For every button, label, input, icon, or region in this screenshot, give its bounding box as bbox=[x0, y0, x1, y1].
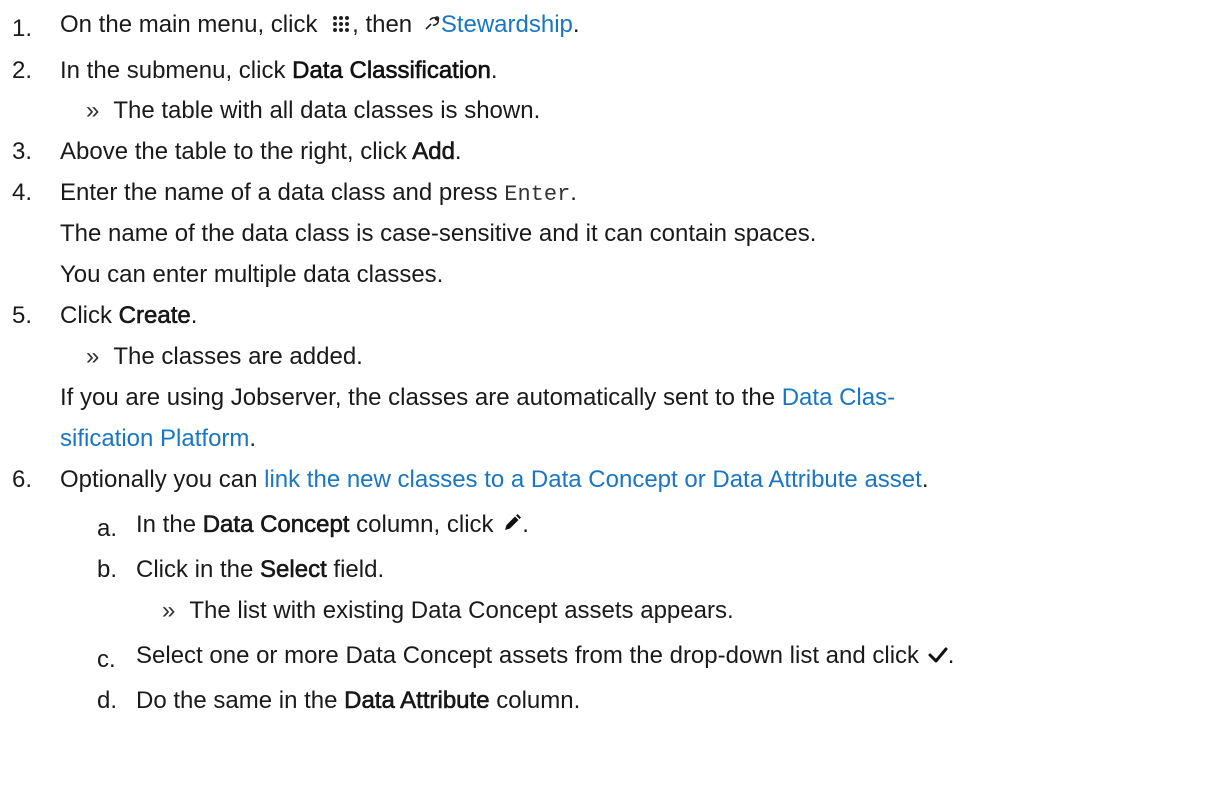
step-text: In the submenu, click bbox=[60, 57, 286, 84]
substep-letter: c. bbox=[97, 646, 116, 673]
punctuation: . bbox=[249, 425, 257, 452]
apps-grid-icon bbox=[332, 11, 350, 41]
ui-term: Data Attribute bbox=[344, 687, 490, 715]
pencil-icon bbox=[502, 511, 522, 541]
punctuation: . bbox=[454, 138, 462, 165]
result-marker: » bbox=[86, 343, 100, 370]
result-marker: » bbox=[162, 597, 176, 624]
punctuation: . bbox=[947, 642, 955, 669]
step-text: column, click bbox=[356, 511, 494, 538]
data-classification-platform-link[interactable]: Data Clas- bbox=[782, 384, 895, 411]
step-text: Optionally you can bbox=[60, 466, 258, 493]
step-text: Enter the name of a data class and press bbox=[60, 179, 498, 206]
note-text: If you are using Jobserver, the classes … bbox=[60, 384, 776, 411]
note-text: The name of the data class is case-sensi… bbox=[60, 220, 817, 247]
substep-letter: a. bbox=[97, 515, 118, 542]
key-name: Enter bbox=[504, 182, 571, 207]
stewardship-link[interactable]: Stewardship bbox=[441, 11, 573, 38]
step-text: Click bbox=[60, 302, 112, 329]
step-text: column. bbox=[496, 687, 581, 714]
punctuation: . bbox=[921, 466, 929, 493]
step-text: , then bbox=[352, 11, 413, 38]
step-text: In the bbox=[136, 511, 197, 538]
step-text: Select one or more Data Concept assets f… bbox=[136, 642, 920, 669]
step-number: 6. bbox=[12, 466, 33, 493]
punctuation: . bbox=[490, 57, 498, 84]
step-text: Do the same in the bbox=[136, 687, 338, 714]
step-number: 1. bbox=[12, 15, 33, 42]
checkmark-icon bbox=[928, 642, 948, 672]
note-text: You can enter multiple data classes. bbox=[60, 261, 444, 288]
step-text: On the main menu, click bbox=[60, 11, 318, 38]
step-number: 2. bbox=[12, 57, 33, 84]
result-text: The list with existing Data Concept asse… bbox=[189, 597, 734, 624]
substep-letter: b. bbox=[97, 556, 118, 583]
ui-term: Select bbox=[260, 556, 327, 584]
stewardship-icon bbox=[423, 11, 441, 41]
substep-letter: d. bbox=[97, 687, 118, 714]
result-text: The table with all data classes is shown… bbox=[113, 97, 541, 124]
step-number: 3. bbox=[12, 138, 33, 165]
step-text: Click in the bbox=[136, 556, 254, 583]
step-number: 4. bbox=[12, 179, 33, 206]
ui-term: Data Classification bbox=[292, 57, 491, 85]
punctuation: . bbox=[522, 511, 529, 538]
punctuation: . bbox=[570, 179, 577, 206]
punctuation: . bbox=[190, 302, 198, 329]
data-classification-platform-link[interactable]: sification Platform bbox=[60, 425, 249, 452]
link-classes-link[interactable]: link the new classes to a Data Concept o… bbox=[264, 466, 922, 493]
step-number: 5. bbox=[12, 302, 33, 329]
step-text: Above the table to the right, click bbox=[60, 138, 407, 165]
ui-term: Data Concept bbox=[202, 511, 350, 539]
result-marker: » bbox=[86, 97, 100, 124]
step-text: field. bbox=[333, 556, 385, 583]
punctuation: . bbox=[572, 11, 580, 38]
ui-term: Add bbox=[412, 138, 455, 166]
result-text: The classes are added. bbox=[113, 343, 363, 370]
ui-term: Create bbox=[118, 302, 191, 330]
